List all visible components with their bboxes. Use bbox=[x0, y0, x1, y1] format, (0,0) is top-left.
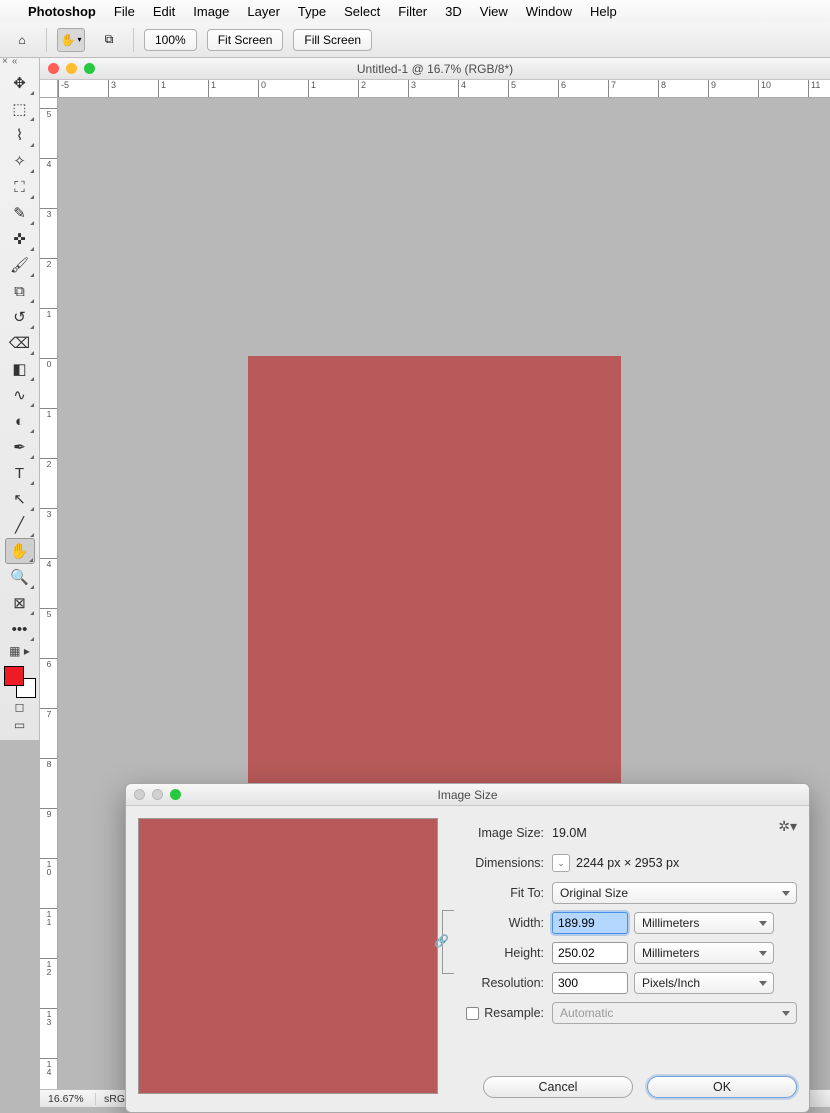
height-input[interactable] bbox=[552, 942, 628, 964]
image-size-label: Image Size: bbox=[456, 826, 552, 840]
dialog-zoom-icon[interactable] bbox=[170, 789, 181, 800]
collapse-panel-icon[interactable]: « bbox=[12, 56, 18, 67]
menu-edit[interactable]: Edit bbox=[153, 4, 175, 19]
fill-screen-button[interactable]: Fill Screen bbox=[293, 29, 372, 51]
screen-mode-icon[interactable]: ▭ bbox=[6, 716, 34, 734]
fit-screen-button[interactable]: Fit Screen bbox=[207, 29, 284, 51]
quick-mask-icon[interactable]: ◻ bbox=[6, 698, 34, 716]
menu-3d[interactable]: 3D bbox=[445, 4, 462, 19]
dimensions-value: 2244 px × 2953 px bbox=[576, 856, 679, 870]
menu-window[interactable]: Window bbox=[526, 4, 572, 19]
resolution-label: Resolution: bbox=[456, 976, 552, 990]
dialog-titlebar[interactable]: Image Size bbox=[126, 784, 809, 806]
eraser-tool[interactable]: ⌫ bbox=[5, 330, 35, 356]
brush-tool[interactable]: 🖌 bbox=[5, 252, 35, 278]
menu-file[interactable]: File bbox=[114, 4, 135, 19]
ok-button[interactable]: OK bbox=[647, 1076, 797, 1098]
menu-type[interactable]: Type bbox=[298, 4, 326, 19]
home-icon[interactable]: ⌂ bbox=[8, 28, 36, 52]
hand-tool-icon[interactable]: ✋▾ bbox=[57, 28, 85, 52]
stamp-tool[interactable]: ⧉ bbox=[5, 278, 35, 304]
hand-tool[interactable]: ✋ bbox=[5, 538, 35, 564]
history-brush-tool[interactable]: ↺ bbox=[5, 304, 35, 330]
eyedropper-tool[interactable]: ✎ bbox=[5, 200, 35, 226]
dialog-preview[interactable] bbox=[138, 818, 438, 1094]
healing-tool[interactable]: ✜ bbox=[5, 226, 35, 252]
foreground-color-swatch[interactable] bbox=[4, 666, 24, 686]
pen-tool[interactable]: ✒ bbox=[5, 434, 35, 460]
width-input[interactable] bbox=[552, 912, 628, 934]
canvas[interactable] bbox=[248, 356, 621, 846]
menu-filter[interactable]: Filter bbox=[398, 4, 427, 19]
menu-image[interactable]: Image bbox=[193, 4, 229, 19]
minimize-window-icon[interactable] bbox=[66, 63, 77, 74]
options-bar: ⌂ ✋▾ ⧉ 100% Fit Screen Fill Screen bbox=[0, 22, 830, 58]
dimensions-unit-toggle[interactable]: ⌄ bbox=[552, 854, 570, 872]
dimensions-label: Dimensions: bbox=[456, 856, 552, 870]
resample-label: Resample: bbox=[484, 1006, 544, 1020]
horizontal-ruler[interactable]: -531101234567891011 bbox=[58, 80, 830, 98]
image-size-dialog: Image Size ✲▾ Image Size: 19.0M Dimensio… bbox=[125, 783, 810, 1113]
artboard-tool[interactable]: ⊠ bbox=[5, 590, 35, 616]
crop-tool[interactable]: ⛶ bbox=[5, 174, 35, 200]
document-titlebar: Untitled-1 @ 16.7% (RGB/8*) bbox=[40, 58, 830, 80]
gradient-tool[interactable]: ◧ bbox=[5, 356, 35, 382]
dodge-tool[interactable]: ◐ bbox=[5, 408, 35, 434]
edit-toolbar-icon[interactable]: ▦ ▸ bbox=[6, 642, 34, 660]
system-menubar: Photoshop File Edit Image Layer Type Sel… bbox=[0, 0, 830, 22]
path-tool[interactable]: ↖ bbox=[5, 486, 35, 512]
document-title: Untitled-1 @ 16.7% (RGB/8*) bbox=[40, 62, 830, 76]
type-tool[interactable]: T bbox=[5, 460, 35, 486]
menu-view[interactable]: View bbox=[480, 4, 508, 19]
gear-icon[interactable]: ✲▾ bbox=[778, 818, 797, 835]
close-window-icon[interactable] bbox=[48, 63, 59, 74]
dialog-minimize-icon bbox=[152, 789, 163, 800]
app-menu[interactable]: Photoshop bbox=[28, 4, 96, 19]
resolution-input[interactable] bbox=[552, 972, 628, 994]
menu-select[interactable]: Select bbox=[344, 4, 380, 19]
menu-help[interactable]: Help bbox=[590, 4, 617, 19]
resample-select: Automatic bbox=[552, 1002, 797, 1024]
marquee-tool[interactable]: ⬚ bbox=[5, 96, 35, 122]
blur-tool[interactable]: ∿ bbox=[5, 382, 35, 408]
magic-wand-tool[interactable]: ✧ bbox=[5, 148, 35, 174]
dialog-close-icon[interactable] bbox=[134, 789, 145, 800]
cancel-button[interactable]: Cancel bbox=[483, 1076, 633, 1098]
lasso-tool[interactable]: ⌇ bbox=[5, 122, 35, 148]
document-window: Untitled-1 @ 16.7% (RGB/8*) -53110123456… bbox=[40, 58, 830, 1107]
zoom-100-button[interactable]: 100% bbox=[144, 29, 197, 51]
dialog-form: ✲▾ Image Size: 19.0M Dimensions: ⌄ 2244 … bbox=[456, 818, 797, 1100]
line-tool[interactable]: ╱ bbox=[5, 512, 35, 538]
toolbox: × « ✥⬚⌇✧⛶✎✜🖌⧉↺⌫◧∿◐✒T↖╱✋🔍⊠••• ▦ ▸ ◻ ▭ bbox=[0, 58, 40, 740]
menu-layer[interactable]: Layer bbox=[247, 4, 280, 19]
resolution-unit-select[interactable]: Pixels/Inch bbox=[634, 972, 774, 994]
color-swatches[interactable] bbox=[4, 666, 36, 698]
more-tool[interactable]: ••• bbox=[5, 616, 35, 642]
height-label: Height: bbox=[456, 946, 552, 960]
move-tool[interactable]: ✥ bbox=[5, 70, 35, 96]
resample-checkbox[interactable] bbox=[466, 1007, 479, 1020]
image-size-value: 19.0M bbox=[552, 826, 797, 840]
ruler-origin[interactable] bbox=[40, 80, 58, 98]
height-unit-select[interactable]: Millimeters bbox=[634, 942, 774, 964]
zoom-tool[interactable]: 🔍 bbox=[5, 564, 35, 590]
fit-to-label: Fit To: bbox=[456, 886, 552, 900]
dialog-title: Image Size bbox=[126, 788, 809, 802]
width-label: Width: bbox=[456, 916, 552, 930]
fit-to-select[interactable]: Original Size bbox=[552, 882, 797, 904]
vertical-ruler[interactable]: 5432101234567891011121314 bbox=[40, 98, 58, 1089]
constrain-proportions-icon[interactable]: 🔗 bbox=[434, 934, 449, 948]
width-unit-select[interactable]: Millimeters bbox=[634, 912, 774, 934]
scroll-all-icon[interactable]: ⧉ bbox=[95, 28, 123, 52]
zoom-level[interactable]: 16.67% bbox=[40, 1093, 96, 1105]
maximize-window-icon[interactable] bbox=[84, 63, 95, 74]
close-panel-icon[interactable]: × bbox=[2, 56, 8, 67]
